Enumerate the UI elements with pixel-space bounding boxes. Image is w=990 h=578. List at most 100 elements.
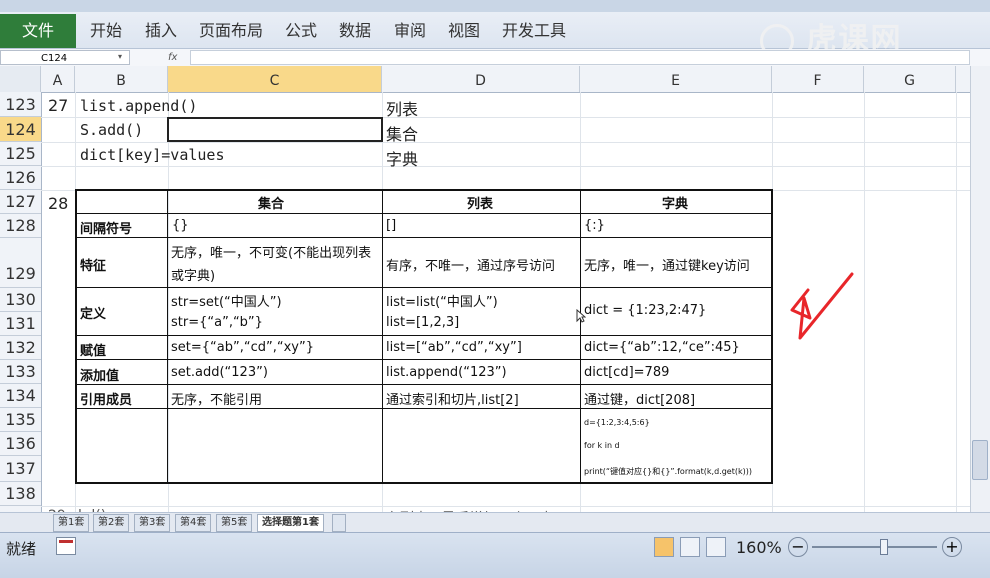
page-break-view-icon[interactable] bbox=[706, 537, 726, 557]
cell-d124[interactable]: 集合 bbox=[386, 121, 418, 145]
cell-dict-reference[interactable]: 通过键，dict[208] bbox=[584, 389, 695, 408]
cell-b124[interactable]: S.add() bbox=[80, 121, 143, 139]
row-label-assignment[interactable]: 赋值 bbox=[80, 340, 106, 359]
cell-set-assignment[interactable]: set={“ab”,“cd”,“xy”} bbox=[171, 340, 314, 355]
cell-list-definition-line2[interactable]: list=[1,2,3] bbox=[386, 315, 459, 330]
row-header-137[interactable]: 137 bbox=[0, 456, 41, 482]
table-header-dict[interactable]: 字典 bbox=[662, 193, 688, 212]
row-label-definition[interactable]: 定义 bbox=[80, 303, 106, 322]
cell-list-reference[interactable]: 通过索引和切片,list[2] bbox=[386, 389, 519, 408]
sheet-tab-5[interactable]: 第5套 bbox=[216, 514, 253, 532]
cell-set-features-line2[interactable]: 或字典) bbox=[171, 265, 215, 284]
column-header-e[interactable]: E bbox=[580, 66, 772, 92]
insert-sheet-icon[interactable] bbox=[332, 514, 346, 532]
tab-home[interactable]: 开始 bbox=[90, 12, 122, 48]
cell-set-definition[interactable]: str=set(“中国人”) bbox=[171, 291, 282, 310]
column-header-a[interactable]: A bbox=[41, 66, 75, 92]
cell-list-definition[interactable]: list=list(“中国人”) bbox=[386, 291, 498, 310]
cell-set-separator[interactable]: {} bbox=[172, 218, 189, 233]
table-header-set[interactable]: 集合 bbox=[258, 193, 284, 212]
formula-input[interactable] bbox=[190, 50, 970, 65]
select-all-corner[interactable] bbox=[0, 66, 41, 92]
sheet-tab-1[interactable]: 第1套 bbox=[53, 514, 90, 532]
row-header-135[interactable]: 135 bbox=[0, 408, 41, 432]
cell-a123[interactable]: 27 bbox=[48, 96, 68, 115]
cell-list-features[interactable]: 有序，不唯一，通过序号访问 bbox=[386, 255, 555, 274]
chevron-down-icon[interactable]: ▾ bbox=[118, 52, 122, 61]
tab-view[interactable]: 视图 bbox=[448, 12, 480, 48]
cell-dict-add-value[interactable]: dict[cd]=789 bbox=[584, 365, 669, 380]
row-label-reference[interactable]: 引用成员 bbox=[80, 389, 132, 408]
row-header-138[interactable]: 138 bbox=[0, 482, 41, 506]
cell-b123[interactable]: list.append() bbox=[80, 97, 197, 115]
sheet-tab-choice-1[interactable]: 选择题第1套 bbox=[257, 514, 324, 532]
row-header-123[interactable]: 123 bbox=[0, 92, 41, 117]
cell-list-assignment[interactable]: list=[“ab”,“cd”,“xy”] bbox=[386, 340, 522, 355]
row-header-131[interactable]: 131 bbox=[0, 312, 41, 336]
status-ready: 就绪 bbox=[6, 540, 37, 558]
tab-page-layout[interactable]: 页面布局 bbox=[199, 12, 263, 48]
table-border bbox=[75, 335, 772, 336]
cell-b125[interactable]: dict[key]=values bbox=[80, 146, 225, 164]
zoom-in-icon[interactable]: + bbox=[942, 537, 962, 557]
cell-dict-definition[interactable]: dict = {1:23,2:47} bbox=[584, 303, 706, 318]
cell-d125[interactable]: 字典 bbox=[386, 146, 418, 170]
cell-set-add-value[interactable]: set.add(“123”) bbox=[171, 365, 268, 380]
row-header-130[interactable]: 130 bbox=[0, 288, 41, 312]
cell-dict-features[interactable]: 无序，唯一，通过键key访问 bbox=[584, 255, 750, 274]
row-header-136[interactable]: 136 bbox=[0, 432, 41, 456]
note-line-2[interactable]: for k in d bbox=[584, 441, 620, 450]
row-label-separator[interactable]: 间隔符号 bbox=[80, 218, 132, 237]
grid-line bbox=[41, 506, 970, 507]
column-header-g[interactable]: G bbox=[864, 66, 956, 92]
cell-set-features[interactable]: 无序，唯一，不可变(不能出现列表 bbox=[171, 242, 371, 261]
row-header-133[interactable]: 133 bbox=[0, 360, 41, 384]
zoom-out-icon[interactable]: − bbox=[788, 537, 808, 557]
column-header-b[interactable]: B bbox=[75, 66, 168, 92]
row-header-134[interactable]: 134 bbox=[0, 384, 41, 408]
scrollbar-thumb[interactable] bbox=[972, 440, 988, 480]
cell-set-definition-line2[interactable]: str={“a”,“b”} bbox=[171, 315, 263, 330]
zoom-level[interactable]: 160% bbox=[736, 538, 782, 557]
tab-data[interactable]: 数据 bbox=[339, 12, 371, 48]
cell-list-add-value[interactable]: list.append(“123”) bbox=[386, 365, 507, 380]
note-line-1[interactable]: d={1:2,3:4,5:6} bbox=[584, 418, 650, 427]
column-header-f[interactable]: F bbox=[772, 66, 864, 92]
cell-dict-separator[interactable]: {:} bbox=[584, 218, 605, 233]
row-header-127[interactable]: 127 bbox=[0, 190, 41, 214]
column-header-d[interactable]: D bbox=[382, 66, 580, 92]
row-header-128[interactable]: 128 bbox=[0, 214, 41, 238]
page-layout-view-icon[interactable] bbox=[680, 537, 700, 557]
tab-developer[interactable]: 开发工具 bbox=[502, 12, 566, 48]
row-header-126[interactable]: 126 bbox=[0, 166, 41, 190]
function-icon[interactable]: fx bbox=[168, 50, 186, 65]
zoom-slider-thumb[interactable] bbox=[880, 539, 888, 555]
selected-cell[interactable] bbox=[167, 117, 383, 142]
note-line-3[interactable]: print(“键值对应{}和{}”.format(k,d.get(k))) bbox=[584, 466, 752, 477]
tab-formulas[interactable]: 公式 bbox=[285, 12, 317, 48]
row-header-125[interactable]: 125 bbox=[0, 142, 41, 166]
row-label-add-value[interactable]: 添加值 bbox=[80, 365, 119, 384]
sheet-tab-3[interactable]: 第3套 bbox=[134, 514, 171, 532]
column-header-c[interactable]: C bbox=[168, 66, 382, 92]
cell-list-separator[interactable]: [] bbox=[386, 218, 396, 233]
sheet-tab-2[interactable]: 第2套 bbox=[93, 514, 130, 532]
cell-d123[interactable]: 列表 bbox=[386, 96, 418, 120]
sheet-tab-4[interactable]: 第4套 bbox=[175, 514, 212, 532]
file-tab[interactable]: 文件 bbox=[0, 14, 76, 48]
macro-record-icon[interactable] bbox=[56, 537, 76, 555]
normal-view-icon[interactable] bbox=[654, 537, 674, 557]
cell-dict-assignment[interactable]: dict={“ab”:12,“ce”:45} bbox=[584, 340, 740, 355]
cell-set-reference[interactable]: 无序，不能引用 bbox=[171, 389, 262, 408]
row-header-124[interactable]: 124 bbox=[0, 117, 41, 142]
zoom-slider-track[interactable] bbox=[812, 546, 937, 548]
table-header-list[interactable]: 列表 bbox=[467, 193, 493, 212]
row-label-features[interactable]: 特征 bbox=[80, 255, 106, 274]
name-box[interactable]: C124 bbox=[0, 50, 130, 65]
grid-line bbox=[41, 166, 970, 167]
tab-review[interactable]: 审阅 bbox=[394, 12, 426, 48]
cell-a127[interactable]: 28 bbox=[48, 194, 68, 213]
row-header-129[interactable]: 129 bbox=[0, 238, 41, 288]
tab-insert[interactable]: 插入 bbox=[145, 12, 177, 48]
row-header-132[interactable]: 132 bbox=[0, 336, 41, 360]
